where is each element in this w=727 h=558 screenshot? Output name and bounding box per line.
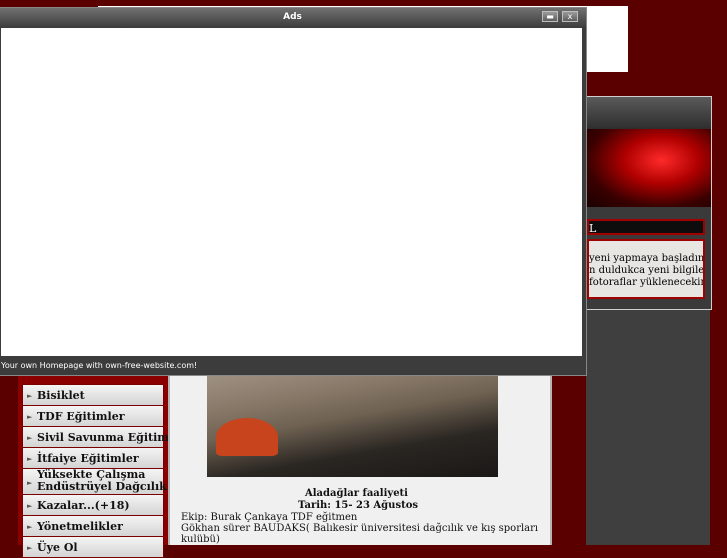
menu-item-yuksekte-calisma[interactable]: ► Yüksekte Çalışma Endüstrüyel Dağcılık xyxy=(22,468,167,495)
arrow-icon: ► xyxy=(27,433,33,442)
menu-item-uye-ol[interactable]: ► Üye Ol xyxy=(22,536,164,558)
ads-title-bar[interactable]: Ads xyxy=(0,8,586,27)
article-line: Gökhan sürer BAUDAKS( Balıkesir üniversi… xyxy=(181,523,539,534)
arrow-icon: ► xyxy=(27,391,33,400)
right-panel-line: n duldukca yeni bilgiler xyxy=(589,265,705,276)
menu-item-yonetmelikler[interactable]: ► Yönetmelikler xyxy=(22,515,164,537)
menu-item-bisiklet[interactable]: ► Bisiklet xyxy=(22,384,164,406)
right-panel: L yeni yapmaya başladım n duldukca yeni … xyxy=(586,96,712,310)
ads-footer-link[interactable]: Your own Homepage with own-free-website.… xyxy=(1,360,401,374)
menu-item-itfaiye[interactable]: ► İtfaiye Eğitimler xyxy=(22,447,164,469)
arrow-icon: ► xyxy=(27,478,33,487)
ads-content-area[interactable] xyxy=(1,28,582,356)
arrow-icon: ► xyxy=(27,522,33,531)
arrow-icon: ► xyxy=(27,501,33,510)
menu-item-sivil-savunma[interactable]: ► Sivil Savunma Eğitimler xyxy=(22,426,186,448)
arrow-icon: ► xyxy=(27,412,33,421)
minimize-button[interactable]: ▬ xyxy=(542,11,558,22)
close-icon: x xyxy=(567,12,573,21)
ads-dialog: Ads ▬ x Your own Homepage with own-free-… xyxy=(0,7,587,376)
article-date: Tarih: 15- 23 Ağustos xyxy=(298,500,418,511)
right-panel-line: fotoraflar yüklenecekir.... xyxy=(589,277,705,288)
close-button[interactable]: x xyxy=(562,11,578,22)
arrow-icon: ► xyxy=(27,454,33,463)
sidebar-menu: ► Bisiklet ► TDF Eğitimler ► Sivil Savun… xyxy=(18,370,186,558)
arrow-icon: ► xyxy=(27,543,33,552)
menu-item-tdf[interactable]: ► TDF Eğitimler xyxy=(22,405,164,427)
menu-item-kazalar[interactable]: ► Kazalar...(+18) xyxy=(22,494,164,516)
right-panel-header xyxy=(587,97,711,129)
right-panel-textbox: yeni yapmaya başladım n duldukca yeni bi… xyxy=(587,239,705,299)
right-panel-line: yeni yapmaya başladım xyxy=(589,253,705,264)
minimize-icon: ▬ xyxy=(546,12,554,21)
right-column-background xyxy=(586,308,710,545)
tent-in-photo xyxy=(216,418,278,456)
header-banner-image xyxy=(587,129,711,207)
right-panel-title-bar: L xyxy=(587,219,705,235)
article-line: Ekip: Burak Çankaya TDF eğitmen xyxy=(181,512,358,523)
right-panel-title: L xyxy=(589,222,597,235)
ads-title: Ads xyxy=(283,12,302,22)
article-title: Aladağlar faaliyeti xyxy=(305,488,408,499)
article-line: kulübü) xyxy=(181,534,220,545)
